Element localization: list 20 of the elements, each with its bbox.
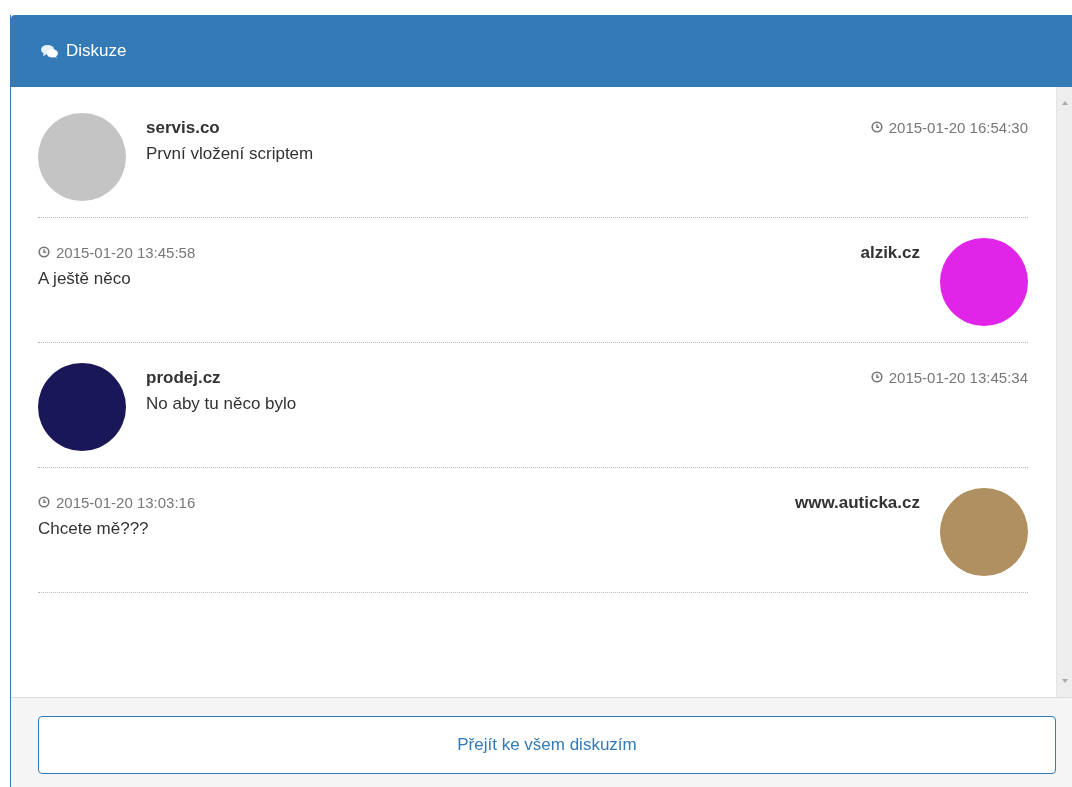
author-name: servis.co bbox=[146, 118, 220, 138]
panel-title: Diskuze bbox=[66, 41, 127, 61]
timestamp: 2015-01-20 16:54:30 bbox=[888, 118, 1028, 136]
all-discussions-button[interactable]: Přejít ke všem diskuzím bbox=[38, 716, 1056, 774]
clock-icon bbox=[38, 246, 50, 258]
author-name: prodej.cz bbox=[146, 368, 221, 388]
timestamp: 2015-01-20 13:03:16 bbox=[56, 493, 196, 511]
author-name: alzik.cz bbox=[860, 243, 920, 263]
clock-icon bbox=[870, 371, 883, 383]
timestamp: 2015-01-20 13:45:34 bbox=[888, 368, 1028, 386]
chat-icon bbox=[41, 43, 58, 59]
message-text: Chcete mě??? bbox=[38, 519, 150, 539]
scrollbar[interactable] bbox=[1056, 87, 1072, 697]
author-name: www.auticka.cz bbox=[794, 493, 920, 513]
message-text: A ještě něco bbox=[38, 269, 132, 289]
message-text: První vložení scriptem bbox=[146, 144, 315, 164]
clock-icon bbox=[38, 496, 50, 508]
timestamp: 2015-01-20 13:45:58 bbox=[56, 243, 196, 261]
clock-icon bbox=[870, 121, 883, 133]
message-text: No aby tu něco bylo bbox=[146, 394, 298, 414]
